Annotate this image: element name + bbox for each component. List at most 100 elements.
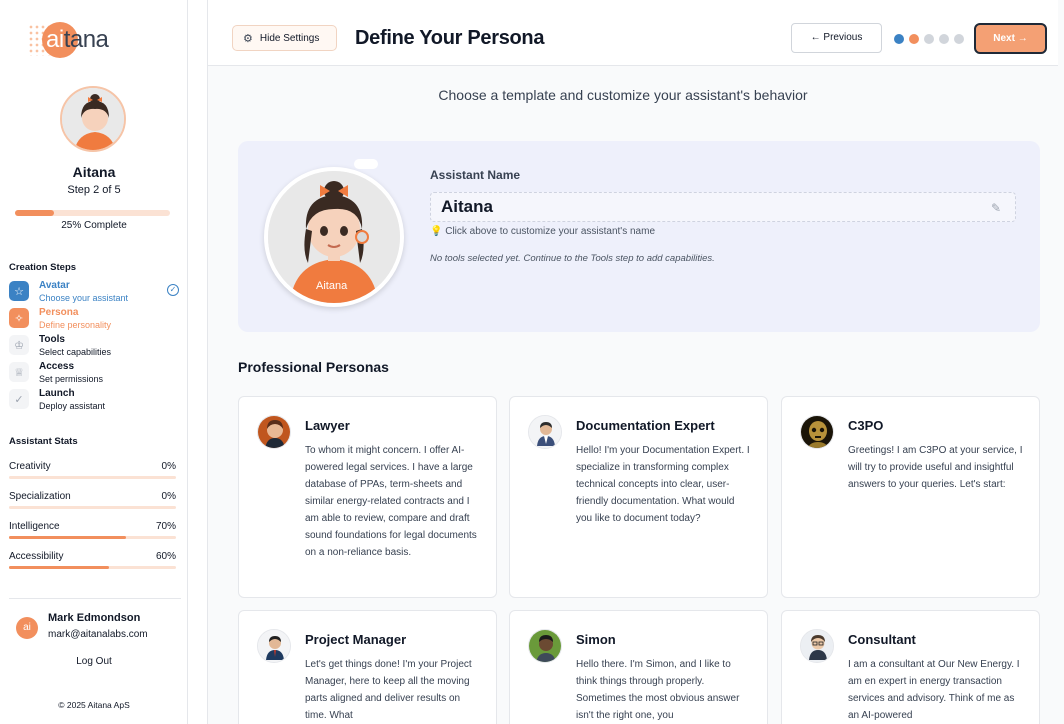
step-subtitle: Select capabilities — [39, 347, 112, 357]
hide-settings-button[interactable]: ⚙ Hide Settings — [232, 25, 337, 51]
trophy-icon: ♕ — [9, 362, 29, 382]
progress-bar — [15, 210, 170, 216]
check-circle-icon: ✓ — [9, 389, 29, 409]
user-avatar[interactable]: ai — [16, 617, 38, 639]
avatar-illustration — [62, 88, 124, 150]
assistant-name: Aitana — [72, 164, 116, 180]
step-indicator: Step 2 of 5 — [67, 184, 121, 196]
step-dots — [894, 34, 964, 44]
assistant-large-avatar[interactable]: Aitana — [264, 167, 404, 307]
logout-button[interactable]: Log Out — [0, 656, 188, 667]
step-title: Tools — [39, 334, 65, 345]
stats-heading: Assistant Stats — [9, 436, 78, 447]
user-name: Mark Edmondson — [48, 612, 141, 624]
stat-specialization: Specialization 0% — [9, 491, 176, 515]
step-title: Avatar — [39, 280, 70, 291]
stat-label: Creativity — [9, 461, 51, 472]
consultant-avatar — [800, 629, 834, 663]
step-dot — [939, 34, 949, 44]
simon-avatar-image — [529, 630, 561, 662]
persona-card-documentation-expert[interactable]: Documentation Expert Hello! I'm your Doc… — [509, 396, 768, 598]
stat-bar-fill — [9, 566, 110, 569]
simon-avatar — [528, 629, 562, 663]
project-manager-avatar — [257, 629, 291, 663]
completed-check-icon: ✓ — [167, 284, 179, 296]
persona-description: Hello! I'm your Documentation Expert. I … — [576, 445, 750, 524]
aitana-logo[interactable]: aitana — [28, 20, 118, 60]
step-persona[interactable]: ✧ Persona Define personality — [9, 307, 179, 333]
pencil-icon[interactable]: ✎ — [991, 201, 1005, 215]
persona-description: Greetings! I am C3PO at your service, I … — [848, 445, 1023, 490]
stat-accessibility: Accessibility 60% — [9, 551, 176, 575]
persona-card-lawyer[interactable]: Lawyer To whom it might concern. I offer… — [238, 396, 497, 598]
avatar-edit-tab[interactable] — [354, 159, 378, 169]
personas-section-title: Professional Personas — [238, 359, 389, 375]
stat-value: 0% — [161, 461, 176, 472]
step-dot — [909, 34, 919, 44]
page-title: Define Your Persona — [355, 27, 545, 49]
logo-wordmark: aitana — [46, 26, 109, 54]
assistant-avatar — [60, 86, 126, 152]
svg-text:Aitana: Aitana — [316, 280, 348, 292]
step-title: Access — [39, 361, 75, 372]
documentation-expert-avatar — [528, 415, 562, 449]
c3po-avatar-image — [801, 416, 833, 448]
persona-name: Lawyer — [305, 418, 350, 433]
stat-label: Accessibility — [9, 551, 64, 562]
copyright: © 2025 Aitana ApS — [58, 700, 130, 710]
sidebar: aitana Aitana Step 2 of 5 25% Complete C… — [0, 0, 188, 724]
crown-icon: ♔ — [9, 335, 29, 355]
step-dot — [954, 34, 964, 44]
step-avatar[interactable]: ☆ Avatar Choose your assistant ✓ — [9, 280, 179, 306]
step-tools[interactable]: ♔ Tools Select capabilities — [9, 334, 179, 360]
persona-description: Let's get things done! I'm your Project … — [305, 659, 472, 721]
assistant-name-label: Assistant Name — [430, 168, 521, 182]
name-hint: 💡 Click above to customize your assistan… — [430, 226, 656, 237]
step-launch[interactable]: ✓ Launch Deploy assistant — [9, 388, 179, 414]
persona-name: Project Manager — [305, 632, 407, 647]
persona-summary-card: Aitana Assistant Name Aitana ✎ 💡 Click a… — [238, 141, 1040, 332]
stat-value: 0% — [161, 491, 176, 502]
project-manager-avatar-image — [258, 630, 290, 662]
next-button[interactable]: Next → — [974, 23, 1047, 54]
user-email: mark@aitanalabs.com — [48, 629, 148, 640]
stat-label: Intelligence — [9, 521, 60, 532]
lawyer-avatar-image — [258, 416, 290, 448]
step-subtitle: Choose your assistant — [39, 293, 129, 303]
progress-label: 25% Complete — [61, 220, 127, 231]
top-bar: ⚙ Hide Settings Define Your Persona ← Pr… — [208, 0, 1058, 66]
logo-rest-text: tana — [63, 26, 109, 53]
assistant-name-field[interactable]: Aitana ✎ — [430, 192, 1016, 222]
persona-description: Hello there. I'm Simon, and I like to th… — [576, 659, 740, 721]
step-subtitle: Deploy assistant — [39, 401, 106, 411]
step-subtitle: Set permissions — [39, 374, 104, 384]
documentation-expert-avatar-image — [529, 416, 561, 448]
persona-card-simon[interactable]: Simon Hello there. I'm Simon, and I like… — [509, 610, 768, 724]
main-content: ⚙ Hide Settings Define Your Persona ← Pr… — [208, 0, 1064, 724]
persona-card-consultant[interactable]: Consultant I am a consultant at Our New … — [781, 610, 1040, 724]
step-dot — [894, 34, 904, 44]
sparkle-icon: ✧ — [9, 308, 29, 328]
sidebar-gutter — [188, 0, 208, 724]
tools-note: No tools selected yet. Continue to the T… — [430, 253, 715, 264]
stat-label: Specialization — [9, 491, 71, 502]
progress-fill — [15, 210, 54, 216]
step-access[interactable]: ♕ Access Set permissions — [9, 361, 179, 387]
persona-name: C3PO — [848, 418, 884, 433]
logo-accent-text: ai — [46, 26, 64, 53]
stat-value: 70% — [155, 521, 176, 532]
stat-intelligence: Intelligence 70% — [9, 521, 176, 545]
persona-card-project-manager[interactable]: Project Manager Let's get things done! I… — [238, 610, 497, 724]
persona-name: Consultant — [848, 632, 916, 647]
creation-steps-heading: Creation Steps — [9, 262, 77, 273]
persona-card-c3po[interactable]: C3PO Greetings! I am C3PO at your servic… — [781, 396, 1040, 598]
stat-bar — [9, 476, 176, 479]
gear-icon: ⚙ — [243, 32, 253, 45]
persona-name: Documentation Expert — [576, 418, 715, 433]
stat-bar — [9, 506, 176, 509]
page-subtitle: Choose a template and customize your ass… — [438, 87, 808, 103]
stat-bar-fill — [9, 536, 126, 539]
previous-button[interactable]: ← Previous — [791, 23, 882, 53]
sidebar-divider — [9, 598, 181, 599]
persona-name: Simon — [576, 632, 616, 647]
